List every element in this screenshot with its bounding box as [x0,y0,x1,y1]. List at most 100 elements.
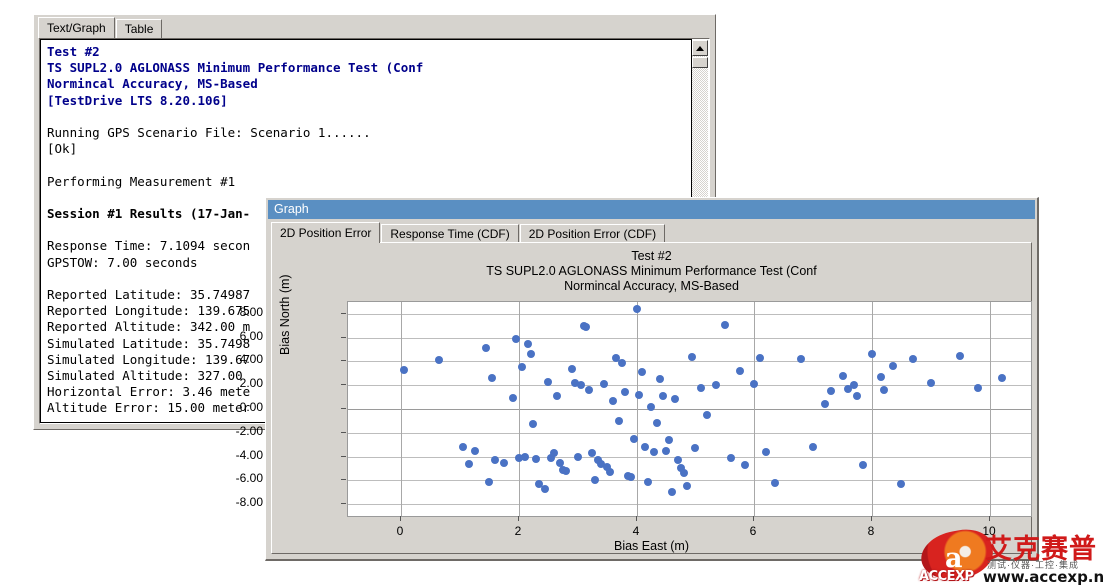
chart-y-tick-mark [341,337,346,338]
tab-response-time-cdf[interactable]: Response Time (CDF) [381,224,518,243]
chart-data-point [574,453,582,461]
chart-data-point [500,459,508,467]
chart-y-tick-mark [341,408,346,409]
chart-y-axis-label: Bias North (m) [278,274,292,355]
chart-data-point [585,386,593,394]
chart-y-tick-label: -6.00 [193,471,263,485]
chart-data-point [562,467,570,475]
chart-data-point [927,379,935,387]
chart-data-point [627,473,635,481]
chart-data-point [641,443,649,451]
chart-data-point [809,443,817,451]
chart-data-point [577,381,585,389]
scroll-up-button[interactable] [692,40,708,56]
chart-data-point [662,447,670,455]
chart-gridline-v [754,302,755,516]
chart-data-point [691,444,699,452]
chart-data-point [827,387,835,395]
chart-x-tick-mark [636,516,637,521]
chart-y-tick-mark [341,456,346,457]
chart-data-point [630,435,638,443]
chart-y-tick-mark [341,432,346,433]
chart-x-tick-label: 8 [851,524,891,538]
chart-x-tick-mark [871,516,872,521]
tab-table[interactable]: Table [116,19,163,38]
chart-data-point [674,456,682,464]
chart-data-point [671,395,679,403]
chart-data-point [544,378,552,386]
chart-data-point [762,448,770,456]
chart-x-tick-label: 0 [380,524,420,538]
chart-data-point [524,340,532,348]
scroll-up-arrow-icon [696,46,704,51]
chart-y-tick-label: 6.00 [193,329,263,343]
tab-2d-position-error-label: 2D Position Error [280,226,371,240]
watermark-url: www.accexp.net [983,568,1103,586]
console-line [47,157,691,173]
chart-y-tick-mark [341,313,346,314]
console-line: Normincal Accuracy, MS-Based [47,76,691,92]
chart-y-tick-label: -8.00 [193,495,263,509]
chart-data-point [656,375,664,383]
chart-data-point [606,468,614,476]
chart-x-tick-label: 2 [498,524,538,538]
tab-2d-position-error[interactable]: 2D Position Error [271,222,380,243]
text-window-tabstrip: Text/Graph Table [38,18,163,38]
chart-data-point [956,352,964,360]
graph-window-titlebar: Graph [268,200,1035,219]
tab-2d-position-error-cdf[interactable]: 2D Position Error (CDF) [520,224,665,243]
chart-y-tick-label: 8.00 [193,305,263,319]
chart-data-point [471,447,479,455]
console-line: [TestDrive LTS 8.20.106] [47,93,691,109]
chart-x-tick-label: 6 [733,524,773,538]
graph-window: Graph 2D Position Error Response Time (C… [265,197,1039,561]
chart-data-point [727,454,735,462]
tab-text-graph[interactable]: Text/Graph [38,17,115,38]
console-line: Performing Measurement #1 [47,174,691,190]
chart-gridline-h [348,433,1031,434]
chart-data-point [618,359,626,367]
graph-tabstrip: 2D Position Error Response Time (CDF) 2D… [271,222,666,243]
chart-data-point [998,374,1006,382]
chart-data-point [880,386,888,394]
chart-data-point [750,380,758,388]
chart-data-point [877,373,885,381]
chart-data-point [771,479,779,487]
chart-gridline-v [872,302,873,516]
console-line: TS SUPL2.0 AGLONASS Minimum Performance … [47,60,691,76]
chart-gridline-h [348,409,1031,410]
chart-data-point [491,456,499,464]
scrollbar-thumb[interactable] [692,57,708,68]
chart-data-point [529,420,537,428]
console-line: [Ok] [47,141,691,157]
chart-y-tick-label: 0.00 [193,400,263,414]
chart-x-tick-label: 4 [616,524,656,538]
chart-data-point [688,353,696,361]
chart-data-point [653,419,661,427]
chart-gridline-v [519,302,520,516]
console-line: Test #2 [47,44,691,60]
chart-data-point [621,388,629,396]
chart-y-tick-mark [341,479,346,480]
watermark: a ACCEXP 艾克赛普 测试·仪器·工控·集成 www.accexp.net [925,525,1103,587]
chart-data-point [518,363,526,371]
chart-data-point [650,448,658,456]
chart-data-point [756,354,764,362]
chart-data-point [859,461,867,469]
chart-data-point [527,350,535,358]
chart-plot-wrapper: Bias North (m) Bias East (m) 8.006.004.0… [272,243,1031,553]
chart-data-point [897,480,905,488]
chart-plot-area[interactable] [347,301,1032,517]
chart-y-tick-label: 4.00 [193,352,263,366]
chart-data-point [683,482,691,490]
chart-gridline-h [348,361,1031,362]
chart-data-point [868,350,876,358]
chart-data-point [721,321,729,329]
chart-data-point [638,368,646,376]
chart-data-point [703,411,711,419]
graph-window-title: Graph [274,202,309,216]
chart-x-tick-mark [518,516,519,521]
chart-data-point [435,356,443,364]
chart-data-point [615,417,623,425]
chart-data-point [400,366,408,374]
